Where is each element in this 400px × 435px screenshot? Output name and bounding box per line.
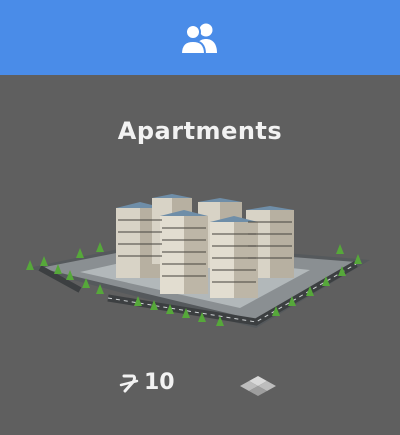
apartments-preview-image bbox=[26, 194, 370, 328]
header-bar bbox=[0, 0, 400, 75]
building-title: Apartments bbox=[117, 117, 283, 145]
residents-icon bbox=[180, 23, 217, 55]
currency-icon bbox=[119, 374, 139, 392]
cost-value: 10 bbox=[144, 370, 175, 395]
cost-display: 10 bbox=[118, 370, 175, 395]
tile-size-icon bbox=[240, 376, 276, 396]
